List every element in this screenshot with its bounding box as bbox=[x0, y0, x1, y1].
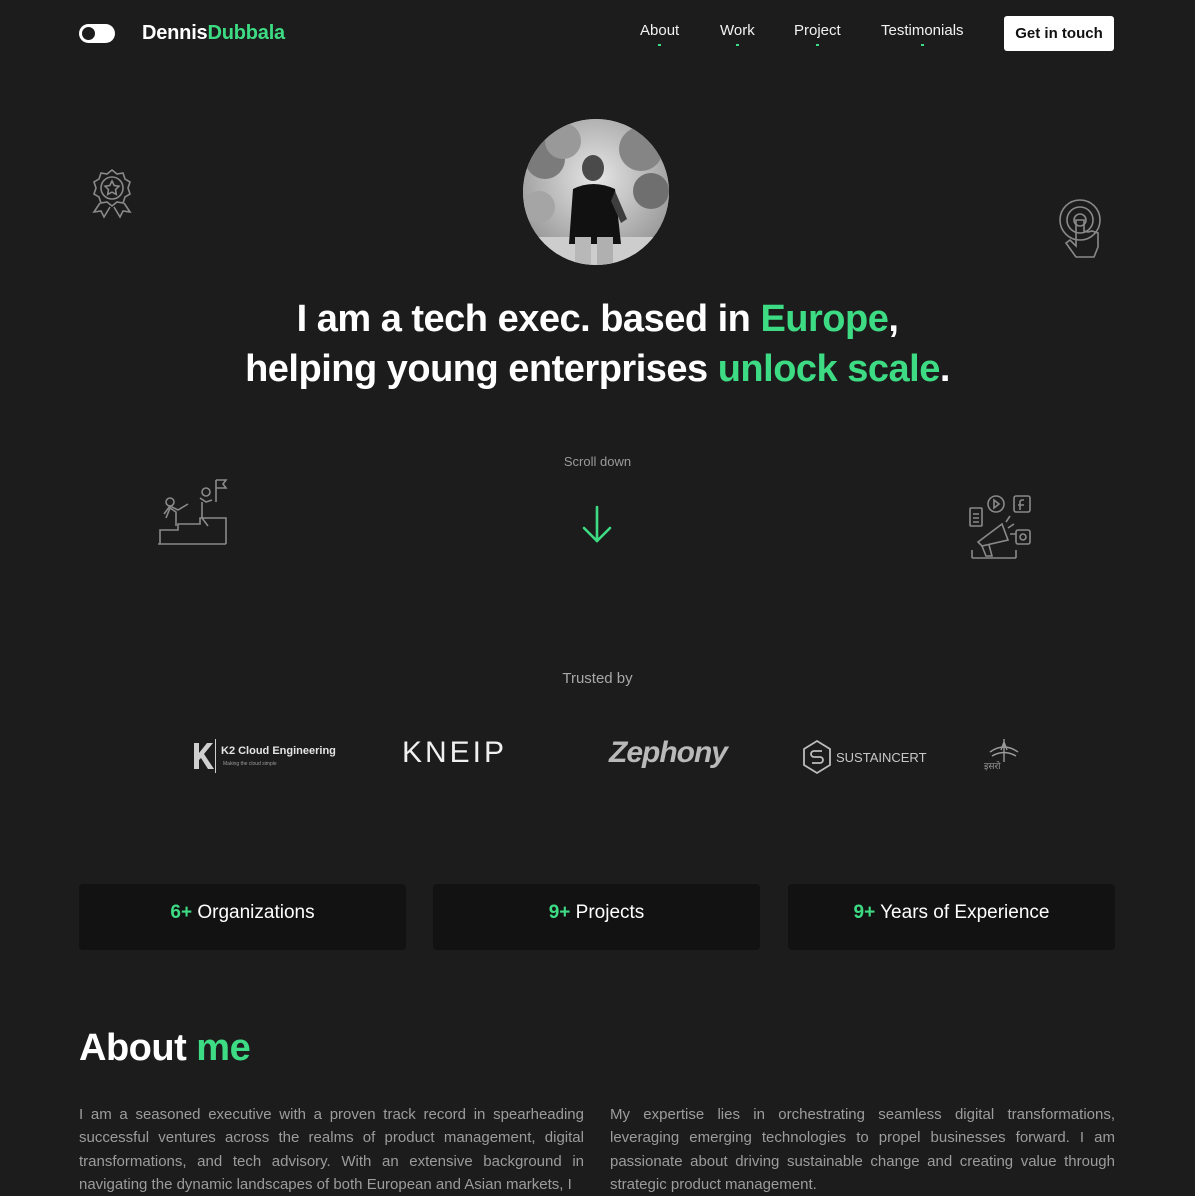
stat-number: 9+ bbox=[853, 902, 876, 923]
nav-indicator bbox=[815, 44, 819, 46]
hero-line-1: I am a tech exec. based in Europe, bbox=[0, 294, 1195, 344]
logo-isro: इसरो bbox=[982, 738, 1026, 774]
hero-accent-text: Europe bbox=[760, 298, 889, 340]
touch-target-icon bbox=[1059, 199, 1101, 258]
brand-logo[interactable]: DennisDubbala bbox=[142, 22, 285, 45]
nav-link-label: About bbox=[640, 22, 680, 39]
about-paragraph-2: My expertise lies in orchestrating seaml… bbox=[610, 1106, 1115, 1193]
hero-text: . bbox=[939, 348, 951, 390]
nav-link-label: Testimonials bbox=[881, 22, 964, 39]
logo-name: SUSTAINCERT bbox=[836, 750, 927, 765]
logo-sustaincert: SUSTAINCERT bbox=[801, 739, 927, 775]
stat-card-organizations: 6+ Organizations bbox=[79, 884, 406, 950]
about-heading-accent: me bbox=[196, 1027, 251, 1069]
profile-photo bbox=[523, 119, 669, 265]
hero-text: , bbox=[888, 298, 899, 340]
hero-accent-text: unlock scale bbox=[717, 348, 941, 390]
brand-last-name: Dubbala bbox=[207, 22, 285, 44]
scroll-down-label: Scroll down bbox=[563, 454, 632, 469]
k2-mark-icon bbox=[194, 739, 216, 773]
top-navigation: DennisDubbala About Work Project Testimo… bbox=[0, 0, 1195, 68]
trusted-by-label: Trusted by bbox=[562, 670, 633, 687]
sustaincert-mark-icon bbox=[803, 739, 831, 775]
nav-indicator bbox=[920, 44, 924, 46]
teamwork-flag-icon bbox=[158, 479, 228, 545]
hero-text: I am a tech exec. based in bbox=[296, 298, 761, 340]
nav-indicator bbox=[658, 44, 662, 46]
arrow-down-icon[interactable] bbox=[580, 504, 614, 544]
about-heading-text: About bbox=[79, 1027, 197, 1069]
stat-number: 6+ bbox=[170, 902, 193, 923]
stat-card-projects: 9+ Projects bbox=[433, 884, 760, 950]
logo-k2-cloud-engineering: K2 Cloud Engineering Making the cloud si… bbox=[190, 738, 342, 774]
logo-name: K2 Cloud Engineering bbox=[221, 745, 336, 757]
nav-link-about[interactable]: About bbox=[640, 22, 679, 46]
toggle-knob bbox=[82, 27, 95, 40]
nav-link-label: Project bbox=[794, 22, 841, 39]
stat-number: 9+ bbox=[548, 902, 571, 923]
logo-tagline: Making the cloud simple bbox=[223, 761, 277, 767]
hero-headline: I am a tech exec. based in Europe, helpi… bbox=[0, 294, 1195, 394]
award-badge-icon bbox=[92, 168, 132, 219]
logo-kneip: KNEIP bbox=[402, 736, 508, 769]
digital-marketing-icon bbox=[969, 495, 1031, 559]
nav-link-project[interactable]: Project bbox=[794, 22, 841, 46]
brand-first-name: Dennis bbox=[142, 22, 208, 44]
get-in-touch-button[interactable]: Get in touch bbox=[1004, 16, 1114, 51]
stat-label: Projects bbox=[575, 902, 645, 923]
nav-link-label: Work bbox=[720, 22, 755, 39]
about-heading: About me bbox=[79, 1027, 251, 1070]
nav-link-testimonials[interactable]: Testimonials bbox=[881, 22, 964, 46]
nav-indicator bbox=[735, 44, 739, 46]
theme-toggle-icon[interactable] bbox=[79, 24, 115, 43]
nav-link-work[interactable]: Work bbox=[720, 22, 755, 46]
about-paragraph-1: I am a seasoned executive with a proven … bbox=[79, 1106, 584, 1193]
hero-text: helping young enterprises bbox=[245, 348, 718, 390]
logo-zephony: Zephony bbox=[609, 736, 728, 769]
stat-label: Years of Experience bbox=[880, 902, 1050, 923]
logo-name: इसरो bbox=[984, 761, 1001, 771]
stat-card-experience: 9+ Years of Experience bbox=[788, 884, 1115, 950]
stat-label: Organizations bbox=[197, 902, 315, 923]
hero-line-2: helping young enterprises unlock scale. bbox=[0, 344, 1195, 394]
